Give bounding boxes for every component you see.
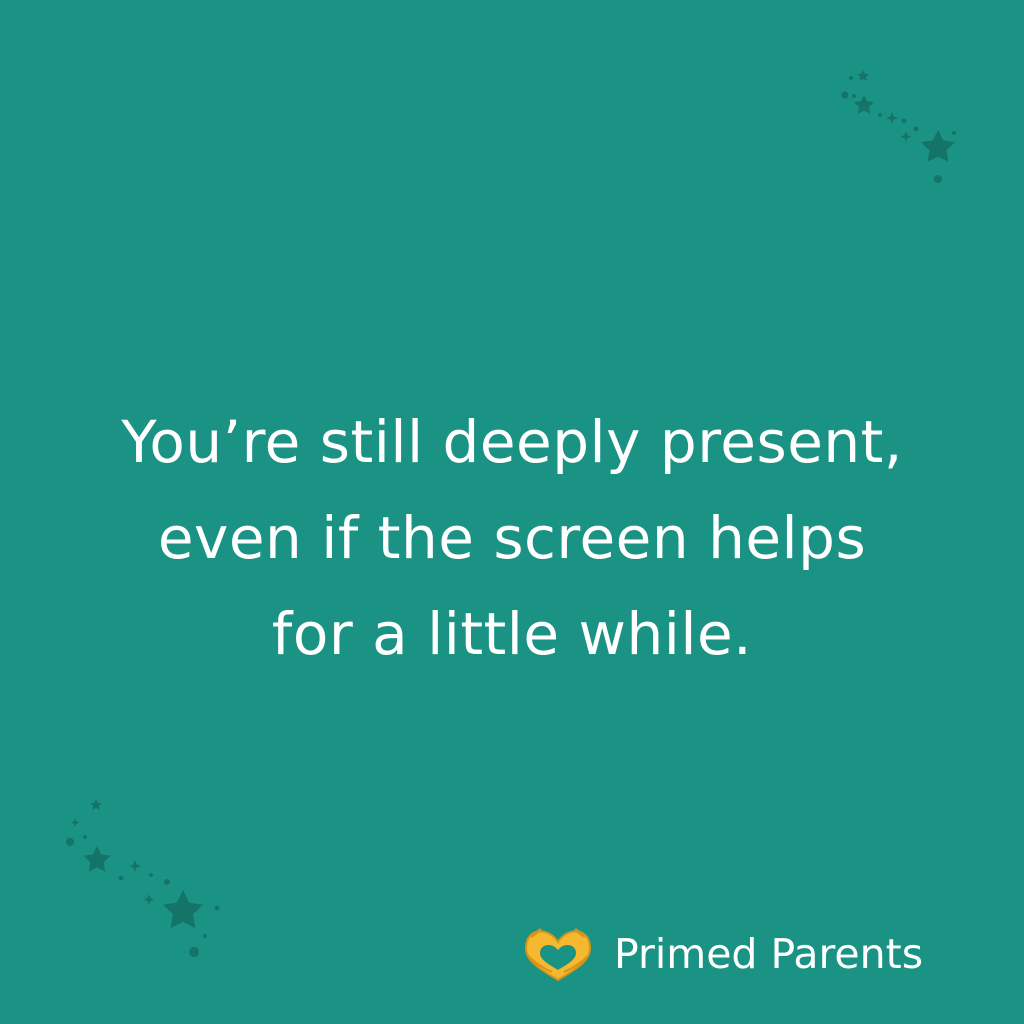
dot-icon	[934, 175, 942, 183]
dot-icon	[852, 94, 856, 98]
dot-icon	[189, 947, 199, 957]
dot-icon	[149, 873, 153, 877]
quote-line: for a little while.	[271, 600, 753, 668]
star-icon	[163, 890, 203, 929]
dot-icon	[83, 835, 87, 839]
dot-icon	[878, 113, 882, 117]
brand: Primed Parents	[522, 924, 923, 984]
dot-icon	[164, 879, 170, 885]
dot-icon	[66, 838, 74, 846]
dot-icon	[203, 934, 207, 938]
star-icon	[83, 846, 111, 872]
sparkle-icon	[70, 818, 80, 827]
quote-text: You’re still deeply present, even if the…	[40, 394, 984, 682]
sparkle-icon	[900, 131, 912, 142]
star-cluster-icon	[841, 70, 956, 183]
star-icon	[90, 799, 102, 810]
star-icon	[857, 70, 869, 81]
star-icon	[854, 95, 874, 114]
sparkle-icon	[129, 860, 141, 872]
dot-icon	[913, 126, 919, 132]
quote-line: even if the screen helps	[157, 504, 867, 572]
heart-hands-icon	[524, 928, 592, 982]
sparkle-icon	[143, 894, 155, 905]
dot-icon	[849, 76, 853, 80]
star-cluster-icon	[66, 799, 220, 957]
quote-line: You’re still deeply present,	[121, 408, 903, 476]
sparkle-icon	[886, 112, 898, 124]
dot-icon	[952, 131, 956, 135]
dot-icon	[901, 118, 907, 124]
star-icon	[921, 130, 955, 162]
brand-name: Primed Parents	[614, 930, 924, 978]
dot-icon	[118, 875, 124, 881]
dot-icon	[841, 91, 849, 99]
dot-icon	[214, 905, 220, 911]
